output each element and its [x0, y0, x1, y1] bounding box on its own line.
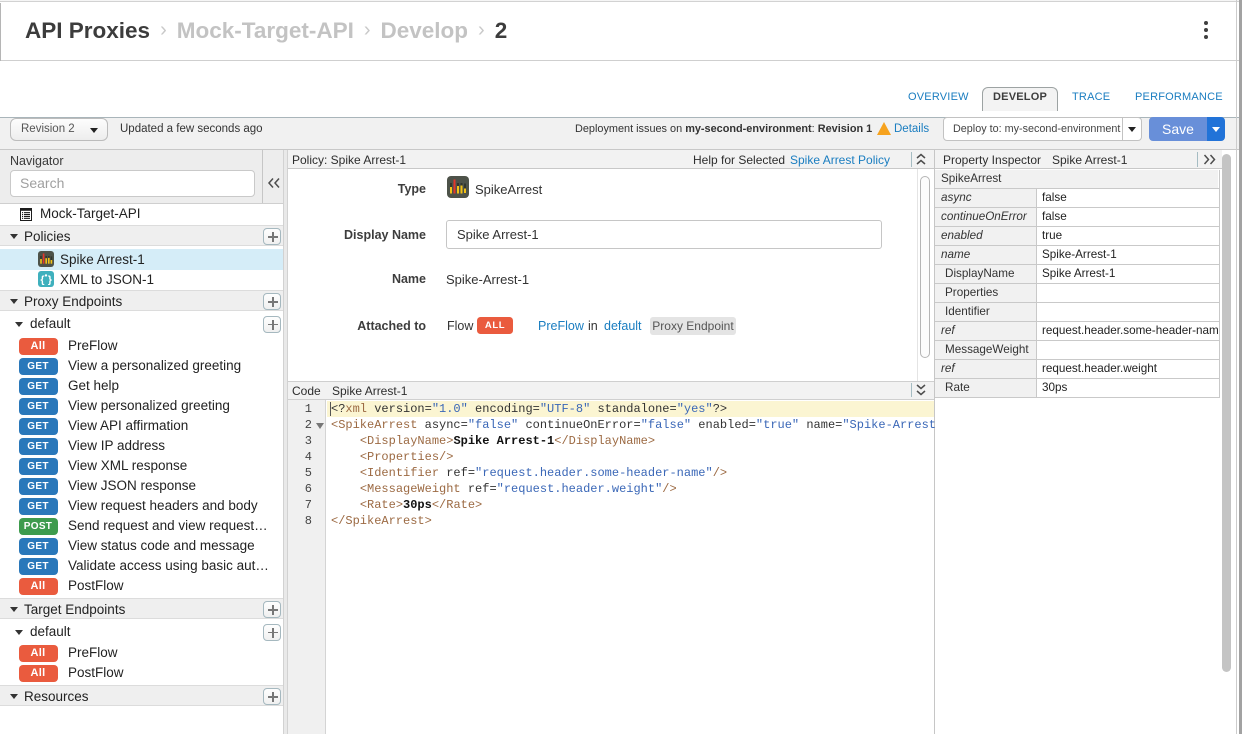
svg-text:}: }	[48, 274, 52, 286]
svg-text:{: {	[40, 274, 44, 286]
